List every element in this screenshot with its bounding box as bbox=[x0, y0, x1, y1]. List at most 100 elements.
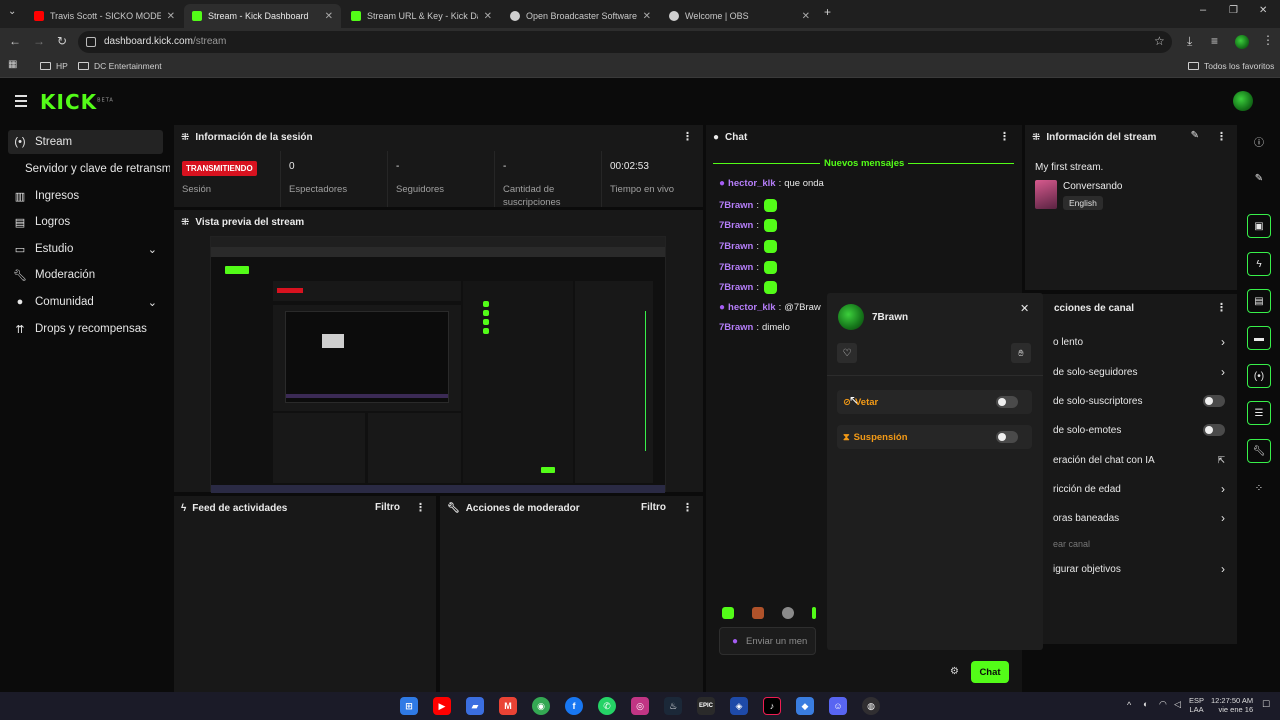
channel-action-age-restriction[interactable]: ricción de edad › bbox=[1053, 479, 1233, 499]
notifications-icon[interactable]: ☐ bbox=[1262, 699, 1270, 710]
language-indicator[interactable]: ESP LAA bbox=[1189, 696, 1204, 714]
close-icon[interactable]: ✕ bbox=[167, 11, 175, 22]
edit-pencil-icon[interactable]: ✎ bbox=[1191, 130, 1199, 141]
timeout-row[interactable]: ⧗ Suspensión bbox=[837, 425, 1032, 449]
ban-row[interactable]: ⊘ Vetar bbox=[837, 390, 1032, 414]
close-icon[interactable]: ✕ bbox=[484, 11, 492, 22]
kebab-menu-icon[interactable]: ⋮ bbox=[1216, 301, 1227, 314]
new-tab-icon[interactable]: + bbox=[824, 5, 831, 19]
subscribers-only-toggle[interactable] bbox=[1203, 395, 1225, 407]
volume-icon[interactable]: ◁ bbox=[1174, 699, 1181, 710]
chat-bubble-icon[interactable]: ▬ bbox=[1247, 326, 1271, 350]
chat-input[interactable]: ● Enviar un men bbox=[719, 627, 816, 655]
browser-tab-obs-welcome[interactable]: Welcome | OBS ✕ bbox=[661, 4, 818, 28]
mod-action-button[interactable]: ✋︎ bbox=[1011, 343, 1031, 363]
clock[interactable]: 12:27:50 AM vie ene 16 bbox=[1211, 696, 1253, 714]
emotes-only-toggle[interactable] bbox=[1203, 424, 1225, 436]
menu-icon[interactable] bbox=[15, 95, 27, 110]
kebab-menu-icon[interactable]: ⋮ bbox=[682, 130, 693, 143]
maximize-icon[interactable]: ❐ bbox=[1229, 5, 1238, 16]
browser-tab-obs-software[interactable]: Open Broadcaster Software | OB ✕ bbox=[502, 4, 659, 28]
epic-games-icon[interactable]: EPIC bbox=[697, 697, 715, 715]
tab-list-icon[interactable]: ⌄ bbox=[8, 6, 16, 17]
settings-gear-icon[interactable]: ⚙ bbox=[950, 666, 959, 677]
emote-face-icon[interactable] bbox=[752, 607, 764, 619]
follow-heart-button[interactable]: ♡ bbox=[837, 343, 857, 363]
close-icon[interactable]: ✕ bbox=[1020, 302, 1029, 315]
url-input[interactable]: dashboard.kick.com/stream bbox=[78, 31, 1172, 53]
roblox-icon[interactable]: ◆ bbox=[796, 697, 814, 715]
chat-message[interactable]: 7Brawn: bbox=[719, 281, 777, 294]
sidebar-item-comunidad[interactable]: ● Comunidad ⌄ bbox=[8, 290, 163, 314]
sidebar-item-estudio[interactable]: ▭ Estudio ⌄ bbox=[8, 237, 163, 261]
instagram-icon[interactable]: ◎ bbox=[631, 697, 649, 715]
browser-tab-stream[interactable]: Stream - Kick Dashboard ✕ bbox=[184, 4, 341, 28]
clipboard-icon[interactable]: ▤ bbox=[1247, 289, 1271, 313]
pencil-icon[interactable]: ✎ bbox=[1247, 166, 1271, 190]
bolt-icon[interactable]: ϟ bbox=[1247, 252, 1271, 276]
channel-action-subscribers-only[interactable]: de solo-suscriptores bbox=[1053, 391, 1233, 411]
reading-list-icon[interactable]: ≡ bbox=[1211, 34, 1218, 48]
emote-partial-icon[interactable] bbox=[812, 607, 816, 619]
layout-icon[interactable]: ☰ bbox=[1247, 401, 1271, 425]
chat-message[interactable]: 7Brawn: bbox=[719, 240, 777, 253]
screen-share-icon[interactable]: ▣ bbox=[1247, 214, 1271, 238]
browser-tab-stream-key[interactable]: Stream URL & Key - Kick Dashb ✕ bbox=[343, 4, 500, 28]
chat-message[interactable]: ● hector_klk: @7Braw bbox=[719, 302, 821, 313]
capture-icon[interactable]: ◈ bbox=[730, 697, 748, 715]
chat-username[interactable]: 7Brawn bbox=[719, 220, 753, 231]
minimize-icon[interactable]: – bbox=[1200, 4, 1206, 16]
site-info-icon[interactable] bbox=[86, 37, 96, 47]
window-close-icon[interactable]: ✕ bbox=[1259, 5, 1267, 16]
back-icon[interactable]: ← bbox=[9, 34, 21, 48]
chat-username[interactable]: 7Brawn bbox=[719, 262, 753, 273]
bookmark-dc[interactable]: DC Entertainment bbox=[78, 61, 162, 71]
channel-action-emotes-only[interactable]: de solo-emotes bbox=[1053, 420, 1233, 440]
forward-icon[interactable]: → bbox=[33, 34, 45, 48]
browser-tab-youtube[interactable]: Travis Scott - SICKO MODE (Offi ✕ bbox=[26, 4, 183, 28]
ban-toggle[interactable] bbox=[996, 396, 1018, 408]
emote-kick-icon[interactable] bbox=[722, 607, 734, 619]
chrome-icon[interactable]: ◉ bbox=[532, 697, 550, 715]
discord-icon[interactable]: ☺ bbox=[829, 697, 847, 715]
chat-username[interactable]: 7Brawn bbox=[719, 200, 753, 211]
chat-username[interactable]: 7Brawn bbox=[719, 322, 753, 333]
reload-icon[interactable]: ↻ bbox=[57, 34, 67, 48]
whatsapp-icon[interactable]: ✆ bbox=[598, 697, 616, 715]
steam-icon[interactable]: ♨ bbox=[664, 697, 682, 715]
category-thumbnail[interactable] bbox=[1035, 180, 1057, 209]
channel-action-raid[interactable]: ear canal bbox=[1053, 534, 1233, 554]
chat-message[interactable]: ● hector_klk: que onda bbox=[719, 178, 824, 189]
chat-username[interactable]: hector_klk bbox=[728, 302, 776, 313]
kebab-menu-icon[interactable]: ⋮ bbox=[999, 130, 1010, 143]
youtube-icon[interactable]: ▶ bbox=[433, 697, 451, 715]
bookmark-star-icon[interactable]: ☆ bbox=[1154, 34, 1165, 48]
kebab-menu-icon[interactable]: ⋮ bbox=[682, 501, 693, 514]
user-avatar[interactable] bbox=[1233, 91, 1253, 111]
wifi-icon[interactable]: ◠ bbox=[1159, 699, 1167, 710]
sidebar-item-stream-key[interactable]: Servidor y clave de retransmisión bbox=[20, 157, 170, 181]
channel-action-goals[interactable]: igurar objetivos › bbox=[1053, 559, 1233, 579]
tiktok-icon[interactable]: ♪ bbox=[763, 697, 781, 715]
windows-start-icon[interactable]: ⊞ bbox=[400, 697, 418, 715]
emote-globe-icon[interactable] bbox=[782, 607, 794, 619]
bookmark-all-favorites[interactable]: Todos los favoritos bbox=[1188, 61, 1274, 71]
gmail-icon[interactable]: M bbox=[499, 697, 517, 715]
facebook-icon[interactable]: f bbox=[565, 697, 583, 715]
kebab-menu-icon[interactable]: ⋮ bbox=[415, 501, 426, 514]
chat-message[interactable]: 7Brawn: bbox=[719, 261, 777, 274]
tray-chevron-icon[interactable]: ^ bbox=[1127, 700, 1131, 710]
files-icon[interactable]: ▰ bbox=[466, 697, 484, 715]
category-name[interactable]: Conversando bbox=[1063, 181, 1122, 192]
chat-username[interactable]: 7Brawn bbox=[719, 241, 753, 252]
filter-button[interactable]: Filtro bbox=[641, 502, 666, 513]
channel-action-followers-only[interactable]: de solo-seguidores › bbox=[1053, 362, 1233, 382]
sidebar-item-stream[interactable]: (•) Stream bbox=[8, 130, 163, 154]
channel-action-slow-mode[interactable]: o lento › bbox=[1053, 332, 1233, 352]
download-icon[interactable]: ⤓ bbox=[1187, 34, 1192, 49]
channel-action-banned-words[interactable]: oras baneadas › bbox=[1053, 508, 1233, 528]
profile-avatar[interactable] bbox=[1235, 35, 1249, 49]
sidebar-item-drops[interactable]: ⇈ Drops y recompensas bbox=[8, 317, 163, 341]
stream-preview-video[interactable] bbox=[210, 236, 666, 493]
info-circle-icon[interactable]: ⓘ bbox=[1247, 129, 1271, 153]
